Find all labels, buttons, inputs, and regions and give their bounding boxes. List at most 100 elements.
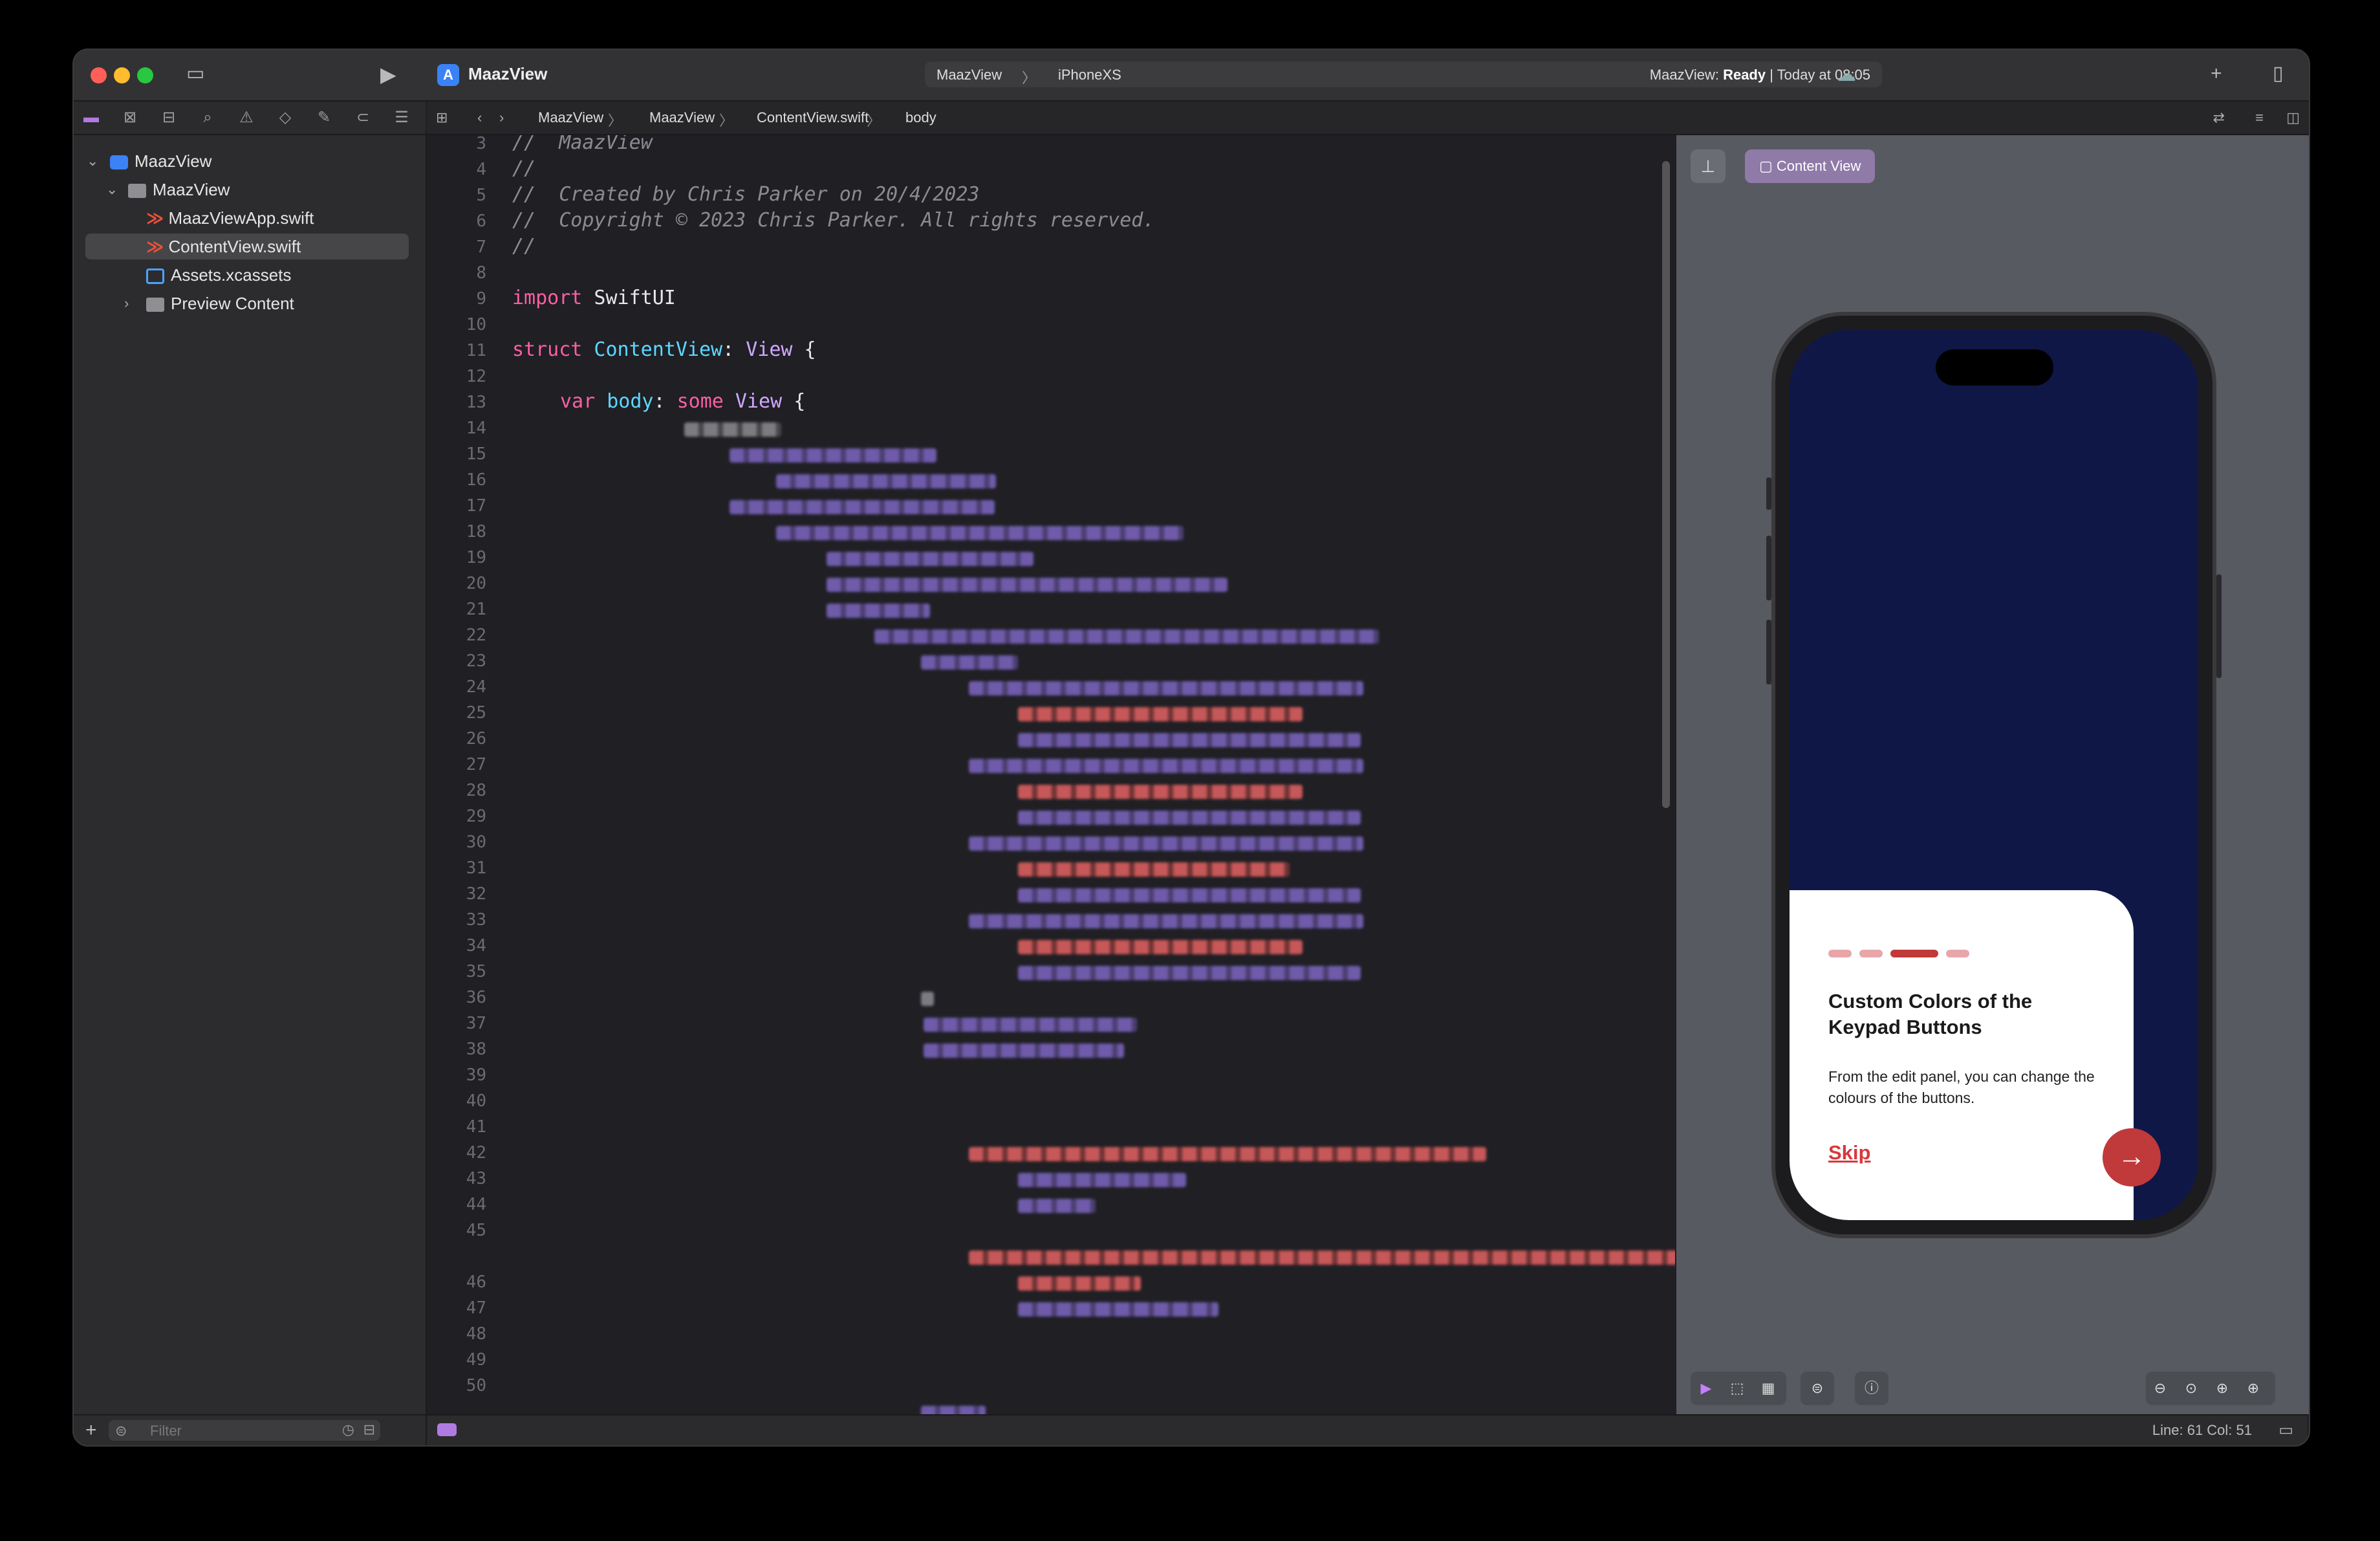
breadcrumb-project[interactable]: MaazView — [538, 109, 603, 126]
chevron-right-icon[interactable]: › — [124, 290, 129, 316]
debug-area-toggle-icon[interactable]: ▭ — [2278, 1421, 2293, 1439]
line-number: 6 — [476, 212, 486, 231]
split-editor-icon[interactable]: ◫ — [2286, 109, 2300, 126]
navigator-tabs: ▬ ⊠ ⊟ ⌕ ⚠ ◇ ✎ ⊂ ☰ — [74, 102, 426, 135]
filter-field[interactable]: ⊜ Filter ◷ ⊟ — [109, 1420, 380, 1441]
page-indicator-dot[interactable] — [1946, 950, 1969, 957]
volume-up-button — [1766, 536, 1771, 600]
line-number: 24 — [466, 677, 486, 697]
editor-scrollbar[interactable] — [1662, 161, 1670, 808]
close-window-button[interactable] — [91, 67, 107, 83]
filter-placeholder: Filter — [150, 1423, 182, 1439]
zoom-fit-icon[interactable]: ⊙ — [2181, 1378, 2202, 1399]
folder-icon — [146, 298, 164, 312]
action-button — [1766, 477, 1771, 510]
side-button — [2216, 574, 2222, 678]
zoom-window-button[interactable] — [137, 67, 153, 83]
code-line-9: import SwiftUI — [512, 287, 676, 309]
line-number: 44 — [466, 1195, 486, 1214]
jump-bar: ⊞ ‹ › MaazView 〉 MaazView 〉 ContentView.… — [427, 102, 2309, 135]
line-number: 25 — [466, 703, 486, 723]
swift-file-icon: ≫ — [146, 237, 164, 256]
zoom-actual-icon[interactable]: ⊕ — [2212, 1378, 2233, 1399]
forward-icon[interactable]: › — [499, 109, 504, 126]
chip-label: Content View — [1776, 158, 1861, 174]
chevron-down-icon[interactable]: ⌄ — [87, 148, 98, 174]
line-number: 23 — [466, 651, 486, 671]
variants-button[interactable]: ⓘ — [1855, 1372, 1888, 1405]
folder-icon[interactable]: ▬ — [81, 108, 101, 127]
next-arrow-button[interactable]: → — [2103, 1128, 2161, 1186]
tree-item-assets[interactable]: Assets.xcassets — [146, 262, 291, 288]
editor-options-icon[interactable]: ≡ — [2255, 109, 2264, 126]
scm-filter-icon[interactable]: ⊟ — [363, 1421, 375, 1438]
line-number: 49 — [466, 1350, 486, 1370]
live-preview-icon[interactable]: ▶ — [1696, 1378, 1716, 1399]
minimize-window-button[interactable] — [114, 67, 130, 83]
test-icon[interactable]: ◇ — [276, 108, 295, 127]
device-settings-icon: ⊜ — [1811, 1380, 1824, 1396]
refresh-icon[interactable]: ⇄ — [2213, 109, 2225, 126]
phone-screen: Custom Colors of the Keypad Buttons From… — [1790, 330, 2198, 1220]
sidebar-toggle-icon[interactable]: ▭ — [186, 64, 204, 83]
line-number: 43 — [466, 1169, 486, 1188]
symbol-icon[interactable]: ⊟ — [159, 108, 178, 127]
breadcrumb-symbol[interactable]: body — [905, 109, 936, 126]
line-number: 33 — [466, 910, 486, 930]
skip-link[interactable]: Skip — [1828, 1141, 1870, 1164]
run-icon[interactable]: ▶ — [380, 64, 396, 85]
page-indicator-dot[interactable] — [1828, 950, 1852, 957]
inspector-toggle-icon[interactable]: ▯ — [2273, 64, 2284, 83]
xcode-window: ▭ ▶ A MaazView MaazView 〉 iPhoneXS MaazV… — [72, 49, 2310, 1447]
line-number: 35 — [466, 962, 486, 981]
scheme-device[interactable]: iPhoneXS — [1058, 67, 1121, 83]
code-line-3: // MaazView — [512, 135, 653, 154]
search-icon[interactable]: ⌕ — [198, 108, 217, 127]
chevron-right-icon: 〉 — [867, 113, 882, 129]
chevron-down-icon[interactable]: ⌄ — [106, 177, 118, 202]
grid-icon[interactable]: ⊞ — [436, 109, 448, 126]
cursor-position: Line: 61 Col: 51 — [2152, 1422, 2252, 1438]
back-icon[interactable]: ‹ — [477, 109, 482, 126]
page-indicator-dot[interactable] — [1859, 950, 1883, 957]
chevron-right-icon: 〉 — [608, 113, 623, 129]
preview-canvas: ⊥ ▢ Content View Custom Colors of the Ke… — [1676, 135, 2309, 1414]
canvas-indicator-icon[interactable] — [437, 1423, 457, 1436]
recent-icon[interactable]: ◷ — [342, 1421, 354, 1438]
line-number: 9 — [476, 289, 486, 309]
source-editor[interactable]: 3 4 5 6 7 8 9 10 11 12 13 14 15 16 17 18 19 20 21 22 23 24 25 2… — [427, 135, 1675, 1414]
add-file-icon[interactable]: + — [85, 1419, 97, 1441]
issue-icon[interactable]: ⚠ — [237, 108, 256, 127]
line-number: 22 — [466, 626, 486, 645]
variants-icon[interactable]: ▦ — [1758, 1378, 1779, 1399]
breadcrumb-folder[interactable]: MaazView — [649, 109, 715, 126]
add-icon[interactable]: + — [2211, 64, 2222, 83]
line-number: 47 — [466, 1298, 486, 1318]
project-icon — [110, 155, 128, 170]
pin-icon[interactable]: ⊥ — [1691, 149, 1726, 183]
tree-item-contentview-file[interactable]: ≫ ContentView.swift — [85, 234, 409, 259]
selectable-icon[interactable]: ⬚ — [1727, 1378, 1747, 1399]
tree-item-folder[interactable]: ⌄ MaazView — [106, 177, 230, 202]
breakpoint-icon[interactable]: ⊂ — [353, 108, 373, 127]
zoom-out-icon[interactable]: ⊖ — [2150, 1378, 2170, 1399]
assets-icon — [146, 268, 164, 285]
preview-mode-group: ▶ ⬚ ▦ — [1691, 1372, 1786, 1405]
scheme-target[interactable]: MaazView — [936, 67, 1002, 83]
report-icon[interactable]: ☰ — [392, 108, 411, 127]
tree-item-app-file[interactable]: ≫ MaazViewApp.swift — [146, 205, 314, 231]
project-icon: A — [437, 64, 459, 86]
breadcrumb-file[interactable]: ContentView.swift — [757, 109, 869, 126]
debug-icon[interactable]: ✎ — [314, 108, 334, 127]
tree-item-label: Assets.xcassets — [171, 265, 292, 285]
line-number: 11 — [466, 341, 486, 360]
content-view-chip[interactable]: ▢ Content View — [1745, 149, 1876, 183]
line-number: 19 — [466, 548, 486, 567]
zoom-in-icon[interactable]: ⊕ — [2243, 1378, 2264, 1399]
tree-item-project[interactable]: ⌄ MaazView — [87, 148, 211, 174]
source-control-icon[interactable]: ⊠ — [120, 108, 140, 127]
page-indicator-dot-active[interactable] — [1890, 950, 1938, 957]
line-number: 28 — [466, 781, 486, 800]
tree-item-preview-content[interactable]: › Preview Content — [124, 290, 294, 316]
device-settings-button[interactable]: ⊜ — [1801, 1372, 1834, 1405]
